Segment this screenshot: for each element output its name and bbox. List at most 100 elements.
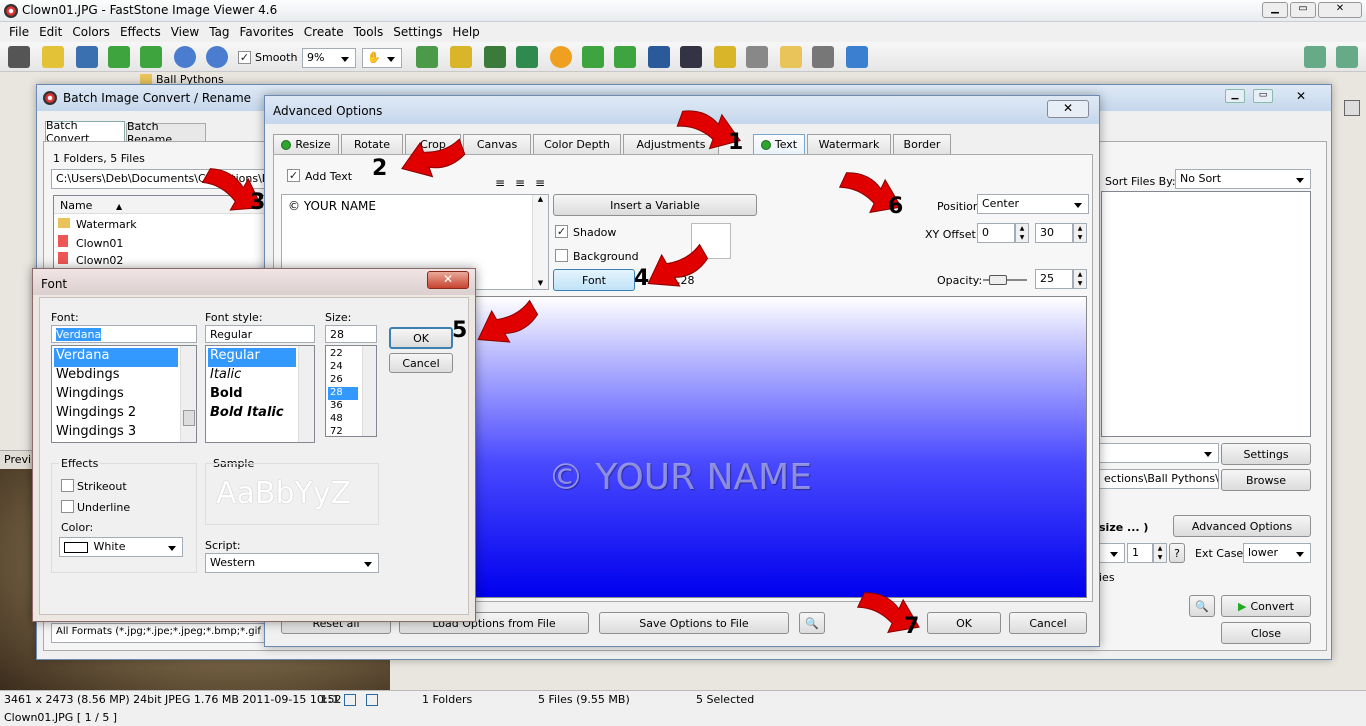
menu-tag[interactable]: Tag [204,25,234,39]
tool-icon-1[interactable] [416,46,438,68]
color-select[interactable]: White [59,537,183,557]
style-input[interactable]: Regular [205,325,315,343]
list-item[interactable]: Italic [208,367,296,386]
list-item[interactable]: Wingdings 2 [54,405,178,424]
menu-view[interactable]: View [166,25,204,39]
menu-settings[interactable]: Settings [388,25,447,39]
camera-icon[interactable] [8,46,30,68]
start-number-spinner[interactable]: ▲ ▼ [1153,543,1167,563]
style-list[interactable]: Regular Italic Bold Bold Italic [205,345,315,443]
script-select[interactable]: Western [205,553,379,573]
list-item[interactable]: 28 [328,387,358,400]
size-list-scrollbar[interactable] [362,346,376,436]
output-path[interactable]: ections\Ball Pythons\Clov [1099,469,1219,489]
align-center-icon[interactable]: ≡ [515,176,525,190]
convert-button[interactable]: ▶ Convert [1221,595,1311,617]
tab-watermark[interactable]: Watermark [807,134,891,154]
settings-button[interactable]: Settings [1221,443,1311,465]
opacity-spinner[interactable]: ▲ ▼ [1073,269,1087,289]
font-ok-button[interactable]: OK [389,327,453,349]
style-list-scrollbar[interactable] [298,346,314,442]
print-icon[interactable] [812,46,834,68]
list-item[interactable]: Clown01 [58,235,123,250]
ext-case-select[interactable]: lower [1243,543,1311,563]
list-item[interactable]: Regular [208,348,296,367]
shadow-checkbox[interactable]: ✓ [555,225,568,238]
menu-help[interactable]: Help [447,25,484,39]
preview-tab[interactable]: Previ [4,453,31,466]
advanced-options-button[interactable]: Advanced Options [1173,515,1311,537]
menu-effects[interactable]: Effects [115,25,166,39]
tab-resize[interactable]: Resize [273,134,339,154]
browse-button[interactable]: Browse [1221,469,1311,491]
prev-icon[interactable] [108,46,130,68]
zoom-select[interactable]: 9% [302,48,356,68]
size-list[interactable]: 22 24 26 28 36 48 72 [325,345,377,437]
x-offset-input[interactable]: 0 [977,223,1015,243]
trash-icon[interactable] [1344,100,1360,116]
align-right-icon[interactable]: ≡ [535,176,545,190]
list-item[interactable]: 48 [328,413,358,426]
list-item[interactable]: Watermark [58,218,137,231]
rename-select[interactable] [1099,543,1125,563]
menu-file[interactable]: File [4,25,34,39]
menu-create[interactable]: Create [299,25,349,39]
batch-close[interactable]: ✕ [1291,89,1311,103]
help-button[interactable]: ? [1169,543,1185,563]
opacity-slider[interactable] [983,275,1027,285]
font-button[interactable]: Font [553,269,635,291]
rotate-right-icon[interactable] [614,46,636,68]
font-list-scrollbar[interactable] [180,346,196,442]
font-close-button[interactable]: ✕ [427,271,469,289]
list-item[interactable]: Verdana [54,348,178,367]
advanced-close-button[interactable]: ✕ [1047,100,1089,118]
output-list[interactable] [1101,191,1311,437]
list-item[interactable]: Bold [208,386,296,405]
font-list[interactable]: Verdana Webdings Wingdings Wingdings 2 Wingd… [51,345,197,443]
ratio-label[interactable]: 1:1 [320,693,340,706]
insert-variable-button[interactable]: Insert a Variable [553,194,757,216]
batch-maximize[interactable]: ▭ [1253,89,1273,103]
y-offset-spinner[interactable]: ▲ ▼ [1073,223,1087,243]
preview-output-button[interactable]: 🔍 [1189,595,1215,617]
x-offset-spinner[interactable]: ▲ ▼ [1015,223,1029,243]
menu-favorites[interactable]: Favorites [235,25,299,39]
background-checkbox[interactable] [555,249,568,262]
hand-tool-select[interactable]: ✋ [362,48,402,68]
list-item[interactable]: Wingdings [54,386,178,405]
batch-minimize[interactable]: ▁ [1225,89,1245,103]
tool-icon-7[interactable] [746,46,768,68]
output-format-select[interactable] [1099,443,1219,463]
advanced-cancel-button[interactable]: Cancel [1009,612,1087,634]
tab-color-depth[interactable]: Color Depth [533,134,621,154]
list-item[interactable]: 24 [328,361,358,374]
align-left-icon[interactable]: ≡ [495,176,505,190]
tab-border[interactable]: Border [893,134,951,154]
list-item[interactable]: 36 [328,400,358,413]
opacity-input[interactable]: 25 [1035,269,1073,289]
position-select[interactable]: Center [977,194,1089,214]
advanced-ok-button[interactable]: OK [927,612,1001,634]
strikeout-checkbox[interactable] [61,479,74,492]
list-item[interactable]: 72 [328,426,358,436]
close-batch-button[interactable]: Close [1221,622,1311,644]
list-item[interactable]: Clown02 [58,252,123,267]
sun-icon[interactable] [550,46,572,68]
smooth-checkbox[interactable]: ✓ [238,51,251,64]
start-number[interactable]: 1 [1127,543,1153,563]
tool-icon-4[interactable] [516,46,538,68]
fit-icon[interactable] [344,694,356,706]
file-format-filter[interactable]: All Formats (*.jpg;*.jpe;*.jpeg;*.bmp;*.… [51,623,271,643]
text-scrollbar[interactable]: ▲ ▼ [532,195,548,289]
layout-icon[interactable] [1304,46,1326,68]
save-options-button[interactable]: Save Options to File [599,612,789,634]
fullscreen-small-icon[interactable] [366,694,378,706]
filmstrip-icon[interactable] [680,46,702,68]
tab-batch-convert[interactable]: Batch Convert [45,119,125,145]
add-text-checkbox[interactable]: ✓ [287,169,300,182]
save-icon[interactable] [76,46,98,68]
exit-icon[interactable] [846,46,868,68]
tab-canvas[interactable]: Canvas [463,134,531,154]
zoom-in-icon[interactable] [174,46,196,68]
opacity-slider-thumb[interactable] [989,275,1007,285]
